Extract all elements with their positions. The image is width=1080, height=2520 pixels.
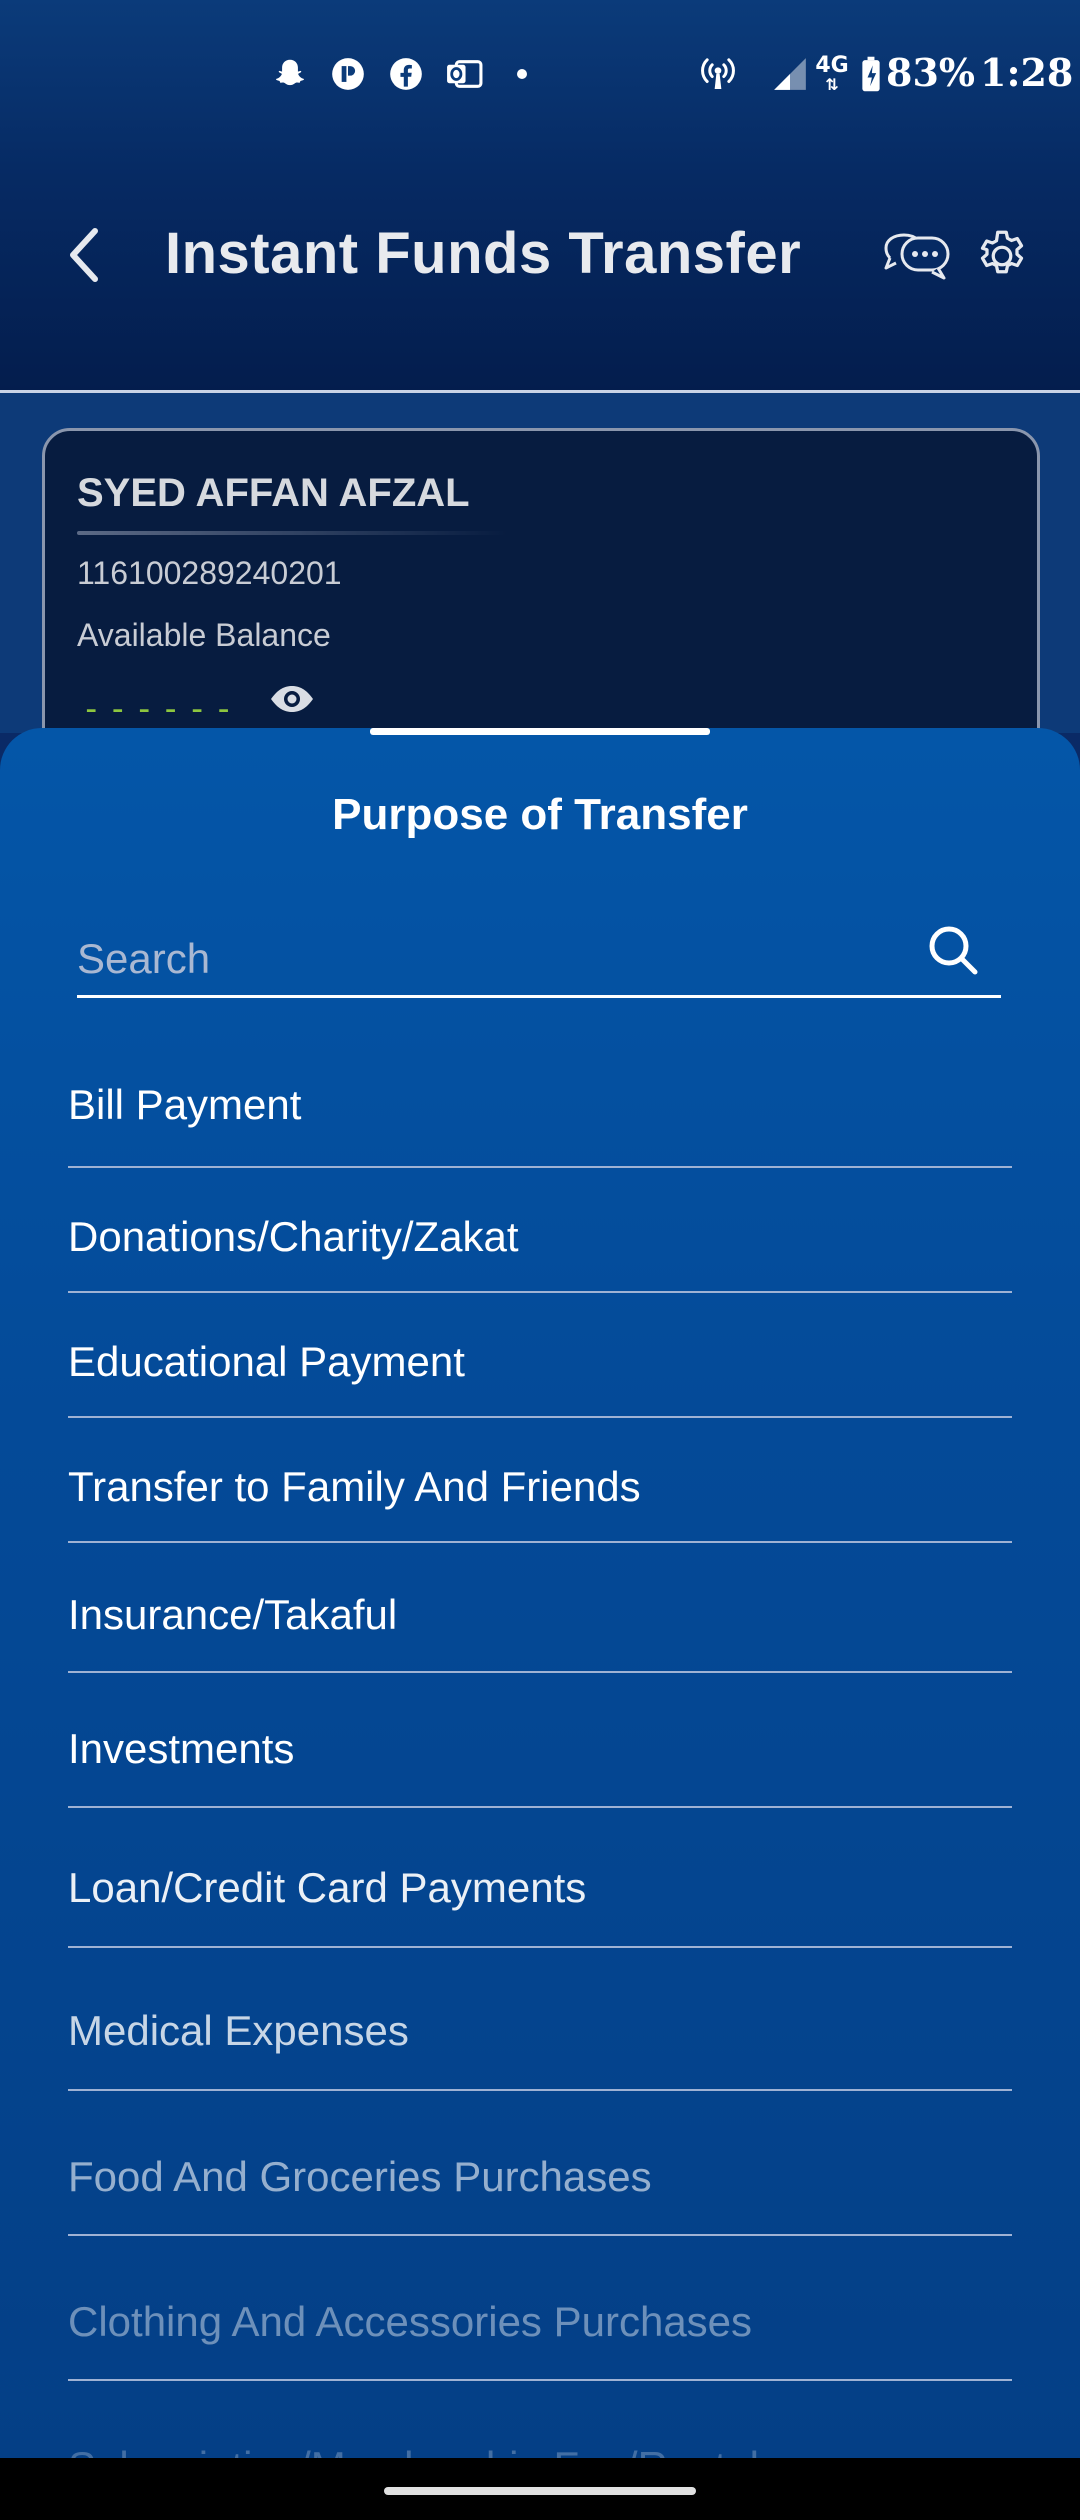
purpose-bottom-sheet: Purpose of Transfer Bill Payment Donation… [0,728,1080,2490]
purpose-list-item[interactable]: Food And Groceries Purchases [68,2091,1012,2236]
purpose-item-label: Bill Payment [68,1081,302,1128]
sheet-title: Purpose of Transfer [332,790,748,839]
snapchat-icon [270,54,310,94]
purpose-list-item[interactable]: Educational Payment [68,1293,1012,1418]
app-badge-icon [328,54,368,94]
signal-icon [770,54,810,94]
purpose-list-item[interactable]: Bill Payment [68,1053,1012,1168]
network-type-label: 4G [815,53,849,78]
search-icon[interactable] [925,922,981,978]
purpose-list: Bill Payment Donations/Charity/Zakat Educa… [68,1053,1012,2520]
search-field [77,898,1001,998]
purpose-list-item[interactable]: Donations/Charity/Zakat [68,1168,1012,1293]
eye-icon [271,686,313,712]
purpose-list-item[interactable]: Investments [68,1673,1012,1808]
hotspot-icon [698,54,738,94]
purpose-list-item[interactable]: Transfer to Family And Friends [68,1418,1012,1543]
purpose-item-label: Clothing And Accessories Purchases [68,2298,753,2345]
chevron-left-icon [70,228,98,282]
notification-dot-icon [502,54,542,94]
purpose-item-label: Loan/Credit Card Payments [68,1864,587,1911]
outlook-icon [444,54,484,94]
facebook-icon [386,54,426,94]
home-gesture-handle[interactable] [384,2487,696,2495]
purpose-item-label: Transfer to Family And Friends [68,1463,641,1510]
purpose-item-label: Food And Groceries Purchases [68,2153,652,2200]
page-title: Instant Funds Transfer [165,221,802,286]
sheet-drag-handle[interactable] [370,728,710,735]
top-app-bar: Instant Funds Transfer [0,200,1080,310]
available-balance-label: Available Balance [77,617,331,653]
status-bar: 4G ⇅ 83% 1:28 [0,40,1080,110]
purpose-item-label: Insurance/Takaful [68,1591,398,1638]
account-holder-name: SYED AFFAN AFZAL [77,471,470,515]
purpose-item-label: Medical Expenses [68,2007,409,2054]
settings-button[interactable] [972,226,1032,286]
purpose-list-item[interactable]: Loan/Credit Card Payments [68,1808,1012,1948]
battery-percentage: 83% [886,50,975,95]
purpose-list-item[interactable]: Insurance/Takaful [68,1543,1012,1673]
clock: 1:28 [980,50,1074,95]
toggle-balance-visibility-button[interactable] [267,679,317,719]
gear-icon [980,230,1024,274]
masked-balance: ------ [81,689,240,729]
back-button[interactable] [55,222,115,288]
network-type-icon: 4G ⇅ [815,53,849,94]
account-card: SYED AFFAN AFZAL 116100289240201 Availab… [42,428,1040,768]
chat-bubbles-icon [884,233,950,280]
purpose-list-item[interactable]: Medical Expenses [68,1948,1012,2091]
chat-support-button[interactable] [880,226,952,286]
battery-icon [858,54,884,94]
purpose-item-label: Donations/Charity/Zakat [68,1213,519,1260]
purpose-list-item[interactable]: Clothing And Accessories Purchases [68,2236,1012,2381]
search-input[interactable] [77,898,917,994]
purpose-item-label: Educational Payment [68,1338,465,1385]
name-underline [77,531,507,535]
purpose-item-label: Investments [68,1725,295,1772]
account-number: 116100289240201 [77,555,342,591]
